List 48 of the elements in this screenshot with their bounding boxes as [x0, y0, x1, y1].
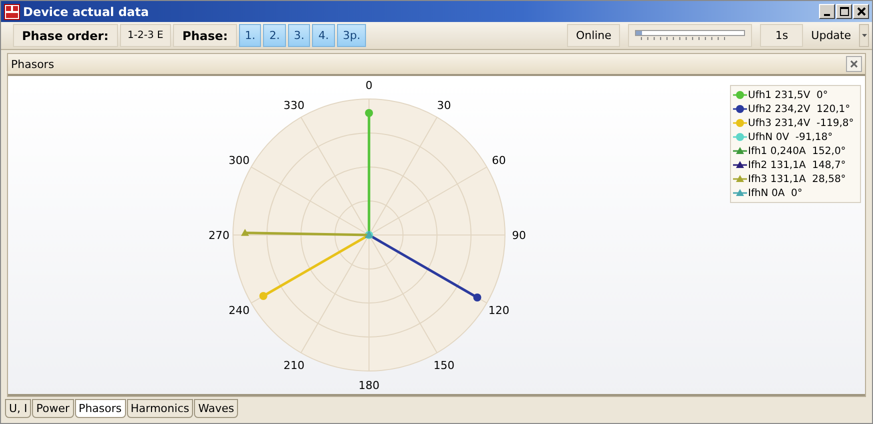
tab[interactable]: Phasors [74, 399, 126, 418]
close-icon [850, 60, 858, 68]
legend-label: Ifh1 0,240A 152,0° [748, 146, 846, 156]
phase-button[interactable]: 2. [263, 24, 286, 47]
app-icon [4, 4, 20, 20]
angle-label: 120 [488, 304, 510, 317]
angle-label: 330 [284, 99, 304, 112]
legend-label: IfhN 0A 0° [748, 188, 802, 198]
phase-order-button[interactable]: 1-2-3 E [120, 24, 172, 47]
maximize-icon [840, 7, 848, 16]
phase-button[interactable]: 3. [288, 24, 310, 47]
legend-label: Ifh2 131,1A 148,7° [748, 160, 846, 170]
angle-label: 60 [492, 154, 506, 167]
phase-button[interactable]: 3p. [336, 24, 366, 47]
interval-slider[interactable] [628, 24, 752, 47]
legend-label: Ifh3 131,1A 28,58° [748, 174, 846, 184]
angle-label: 90 [512, 229, 526, 242]
phase-button[interactable]: 4. [312, 24, 335, 47]
update-button[interactable]: Update [805, 24, 857, 47]
maximize-button[interactable] [836, 4, 852, 19]
angle-label: 150 [434, 358, 454, 372]
angle-label: 0 [366, 79, 372, 92]
panel-title: Phasors [11, 58, 54, 70]
toolbar-overflow-button[interactable] [859, 24, 869, 47]
legend-label: Ufh3 231,4V -119,8° [748, 118, 854, 128]
angle-label: 240 [228, 304, 250, 317]
angle-label: 270 [208, 229, 230, 242]
angle-label: 180 [358, 379, 380, 392]
angle-label: 300 [228, 154, 250, 167]
minimize-icon [824, 14, 830, 16]
legend-label: UfhN 0V -91,18° [748, 132, 833, 142]
angle-label: 30 [437, 99, 451, 112]
tab[interactable]: U, I [5, 399, 32, 418]
phase-order-label: Phase order: [13, 24, 118, 47]
legend-label: Ufh2 234,2V 120,1° [748, 104, 850, 114]
phase-label: Phase: [173, 24, 237, 47]
minimize-button[interactable] [819, 4, 835, 19]
interval-value: 1s [760, 24, 804, 47]
tab[interactable]: Harmonics [126, 399, 194, 418]
angle-label: 210 [284, 358, 304, 372]
legend-label: Ufh1 231,5V 0° [748, 90, 828, 100]
phase-button[interactable]: 1. [238, 24, 262, 47]
close-icon [856, 7, 866, 16]
tab[interactable]: Power [32, 399, 74, 418]
status-label: Online [566, 24, 620, 47]
caret-icon [862, 34, 866, 37]
window-title: Device actual data [23, 4, 149, 18]
tab[interactable]: Waves [194, 399, 238, 418]
